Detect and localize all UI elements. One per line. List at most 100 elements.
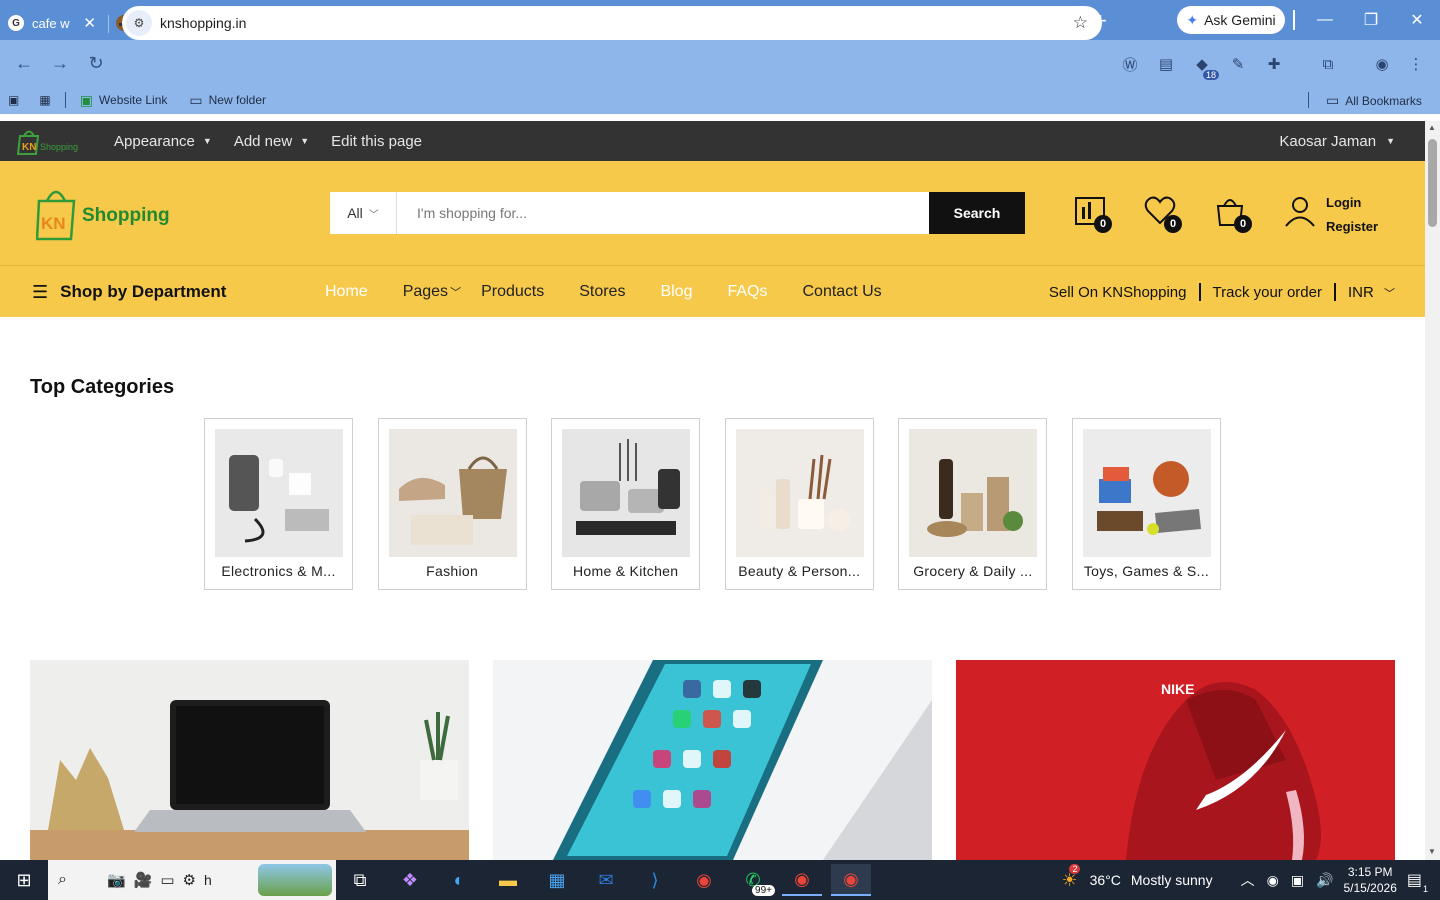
compare-button[interactable]: 0 — [1074, 195, 1112, 233]
profile-avatar-icon[interactable]: ◉ — [1370, 52, 1394, 76]
admin-user-menu[interactable]: Kaosar Jaman ▼ — [1279, 133, 1395, 150]
site-logo[interactable]: KN Shopping — [36, 183, 170, 241]
tab-close-icon[interactable]: ✕ — [83, 14, 96, 32]
volume-icon[interactable]: 🔊 — [1316, 872, 1333, 889]
tab-search-icon[interactable]: ⧉ — [1316, 52, 1340, 76]
page-scrollbar[interactable]: ▲ ▼ — [1425, 121, 1440, 860]
wishlist-button[interactable]: 0 — [1144, 195, 1182, 233]
admin-menu-item[interactable]: Appearance ▼ — [114, 133, 212, 150]
category-card[interactable]: Electronics & M... — [204, 418, 353, 590]
category-card[interactable]: Toys, Games & S... — [1071, 418, 1221, 590]
bookmark-star-icon[interactable]: ☆ — [1073, 13, 1088, 33]
svg-text:NIKE: NIKE — [1161, 681, 1194, 697]
category-card[interactable]: Grocery & Daily ... — [898, 418, 1048, 590]
location-icon[interactable]: ◉ — [1267, 872, 1279, 889]
url-text[interactable]: knshopping.in — [160, 15, 246, 31]
banner-phone[interactable] — [493, 660, 932, 860]
banner-shoe[interactable]: NIKE — [956, 660, 1395, 860]
back-button[interactable]: ← — [6, 45, 42, 81]
nav-item[interactable]: Pages ﹀ — [403, 283, 461, 301]
bookmark-website-link[interactable]: ▣ Website Link — [80, 92, 168, 109]
track-order-link[interactable]: Track your order — [1213, 284, 1322, 301]
vscode-icon[interactable]: ⟩ — [635, 864, 675, 896]
wordpress-extension-icon[interactable]: Ⓦ — [1118, 52, 1142, 76]
window-icon[interactable]: ▭ — [160, 871, 174, 889]
outlook-icon[interactable]: ✉ — [586, 864, 626, 896]
search-highlight-image — [258, 864, 332, 896]
task-view-icon[interactable]: ⧉ — [340, 864, 380, 896]
currency-value: INR — [1347, 283, 1374, 301]
category-card[interactable]: Fashion — [377, 418, 527, 590]
copilot-icon[interactable]: ❖ — [390, 864, 430, 896]
notifications-icon[interactable]: ▤ 1 — [1407, 870, 1428, 894]
weather-description[interactable]: Mostly sunny — [1131, 872, 1213, 888]
account-icon-button[interactable] — [1284, 195, 1318, 229]
address-bar[interactable]: ⚙ knshopping.in ☆ — [122, 6, 1102, 40]
edge-icon[interactable]: ◐ — [439, 864, 479, 896]
weather-temperature[interactable]: 36°C — [1090, 872, 1121, 888]
admin-menu-item[interactable]: Edit this page — [331, 133, 422, 150]
tab-groups-icon[interactable]: ▣ — [8, 93, 19, 107]
windows-start-icon[interactable]: ⊞ — [0, 860, 48, 900]
nav-item[interactable]: Products — [481, 283, 544, 301]
apps-grid-icon[interactable]: ▦ — [39, 93, 50, 107]
video-icon[interactable]: 🎥 — [134, 871, 153, 889]
eyedropper-extension-icon[interactable]: ✎ — [1226, 52, 1250, 76]
chrome-profile-icon[interactable]: ◉ — [782, 864, 822, 896]
nav-item-label: Stores — [579, 283, 626, 300]
banner-laptop[interactable] — [30, 660, 469, 860]
site-info-icon[interactable]: ⚙ — [126, 10, 152, 36]
admin-site-logo[interactable]: KN Shopping — [16, 126, 82, 156]
currency-select[interactable]: INR ﹀ — [1348, 284, 1395, 301]
nav-item[interactable]: Home — [325, 283, 368, 301]
nav-item[interactable]: Blog — [660, 283, 692, 301]
chrome-icon[interactable]: ◉ — [684, 864, 724, 896]
bookmark-new-folder[interactable]: ▭ New folder — [189, 92, 266, 109]
category-card[interactable]: Home & Kitchen — [551, 418, 701, 590]
chrome-active-icon[interactable]: ◉ — [831, 864, 871, 896]
forward-button[interactable]: → — [42, 45, 78, 81]
translate-extension-icon[interactable]: ▤ — [1154, 52, 1178, 76]
admin-menu-item[interactable]: Add new ▼ — [234, 133, 309, 150]
shop-by-department-button[interactable]: ☰ Shop by Department — [32, 266, 226, 318]
weather-icon[interactable]: ☀ 2 — [1061, 863, 1081, 891]
settings-icon[interactable]: ⚙ — [183, 871, 196, 889]
scroll-up-arrow-icon[interactable]: ▲ — [1428, 123, 1436, 132]
category-illustration — [398, 456, 507, 545]
search-button[interactable]: Search — [929, 192, 1025, 234]
search-input[interactable] — [397, 192, 929, 234]
nav-item[interactable]: Contact Us — [803, 283, 882, 301]
whatsapp-icon[interactable]: ✆ 99+ — [733, 864, 775, 896]
extension-badge-icon[interactable]: ◆ 18 — [1190, 52, 1219, 80]
category-card[interactable]: Beauty & Person... — [724, 418, 874, 590]
chevron-up-icon[interactable]: ︿ — [1241, 870, 1255, 890]
nav-item[interactable]: FAQs — [727, 283, 767, 301]
network-icon[interactable]: ▣ — [1291, 872, 1304, 889]
extensions-puzzle-icon[interactable]: ✚ — [1262, 52, 1286, 76]
clock[interactable]: 3:15 PM 5/15/2026 — [1343, 864, 1396, 896]
sell-link[interactable]: Sell On KNShopping — [1049, 284, 1187, 301]
category-illustration — [229, 455, 329, 543]
whatsapp-badge: 99+ — [752, 885, 775, 896]
scrollbar-thumb[interactable] — [1428, 139, 1437, 227]
minimize-button[interactable]: — — [1302, 0, 1348, 40]
taskbar-search-box[interactable]: ⌕ 📷 🎥 ▭ ⚙ h — [48, 860, 336, 900]
clock-date: 5/15/2026 — [1343, 881, 1397, 895]
camera-icon[interactable]: 📷 — [107, 871, 126, 889]
reload-button[interactable]: ↻ — [78, 45, 114, 81]
nav-item[interactable]: Stores — [579, 283, 625, 301]
cart-button[interactable]: 0 — [1214, 195, 1252, 233]
chrome-menu-icon[interactable]: ⋮ — [1404, 52, 1428, 76]
ask-gemini-button[interactable]: ✦ Ask Gemini — [1177, 6, 1285, 34]
browser-tab[interactable]: Gcafe w ✕ — [0, 7, 109, 39]
register-link[interactable]: Register — [1326, 215, 1378, 239]
file-explorer-icon[interactable]: ▬ — [488, 864, 528, 896]
close-window-button[interactable]: ✕ — [1394, 0, 1440, 40]
search-category-select[interactable]: All ﹀ — [330, 192, 397, 234]
store-icon[interactable]: ▦ — [537, 864, 577, 896]
all-bookmarks-button[interactable]: ▭ All Bookmarks — [1326, 92, 1422, 109]
scroll-down-arrow-icon[interactable]: ▼ — [1428, 847, 1436, 856]
restore-button[interactable]: ❐ — [1348, 0, 1394, 40]
sheet-icon: ▣ — [79, 91, 93, 108]
login-link[interactable]: Login — [1326, 191, 1378, 215]
